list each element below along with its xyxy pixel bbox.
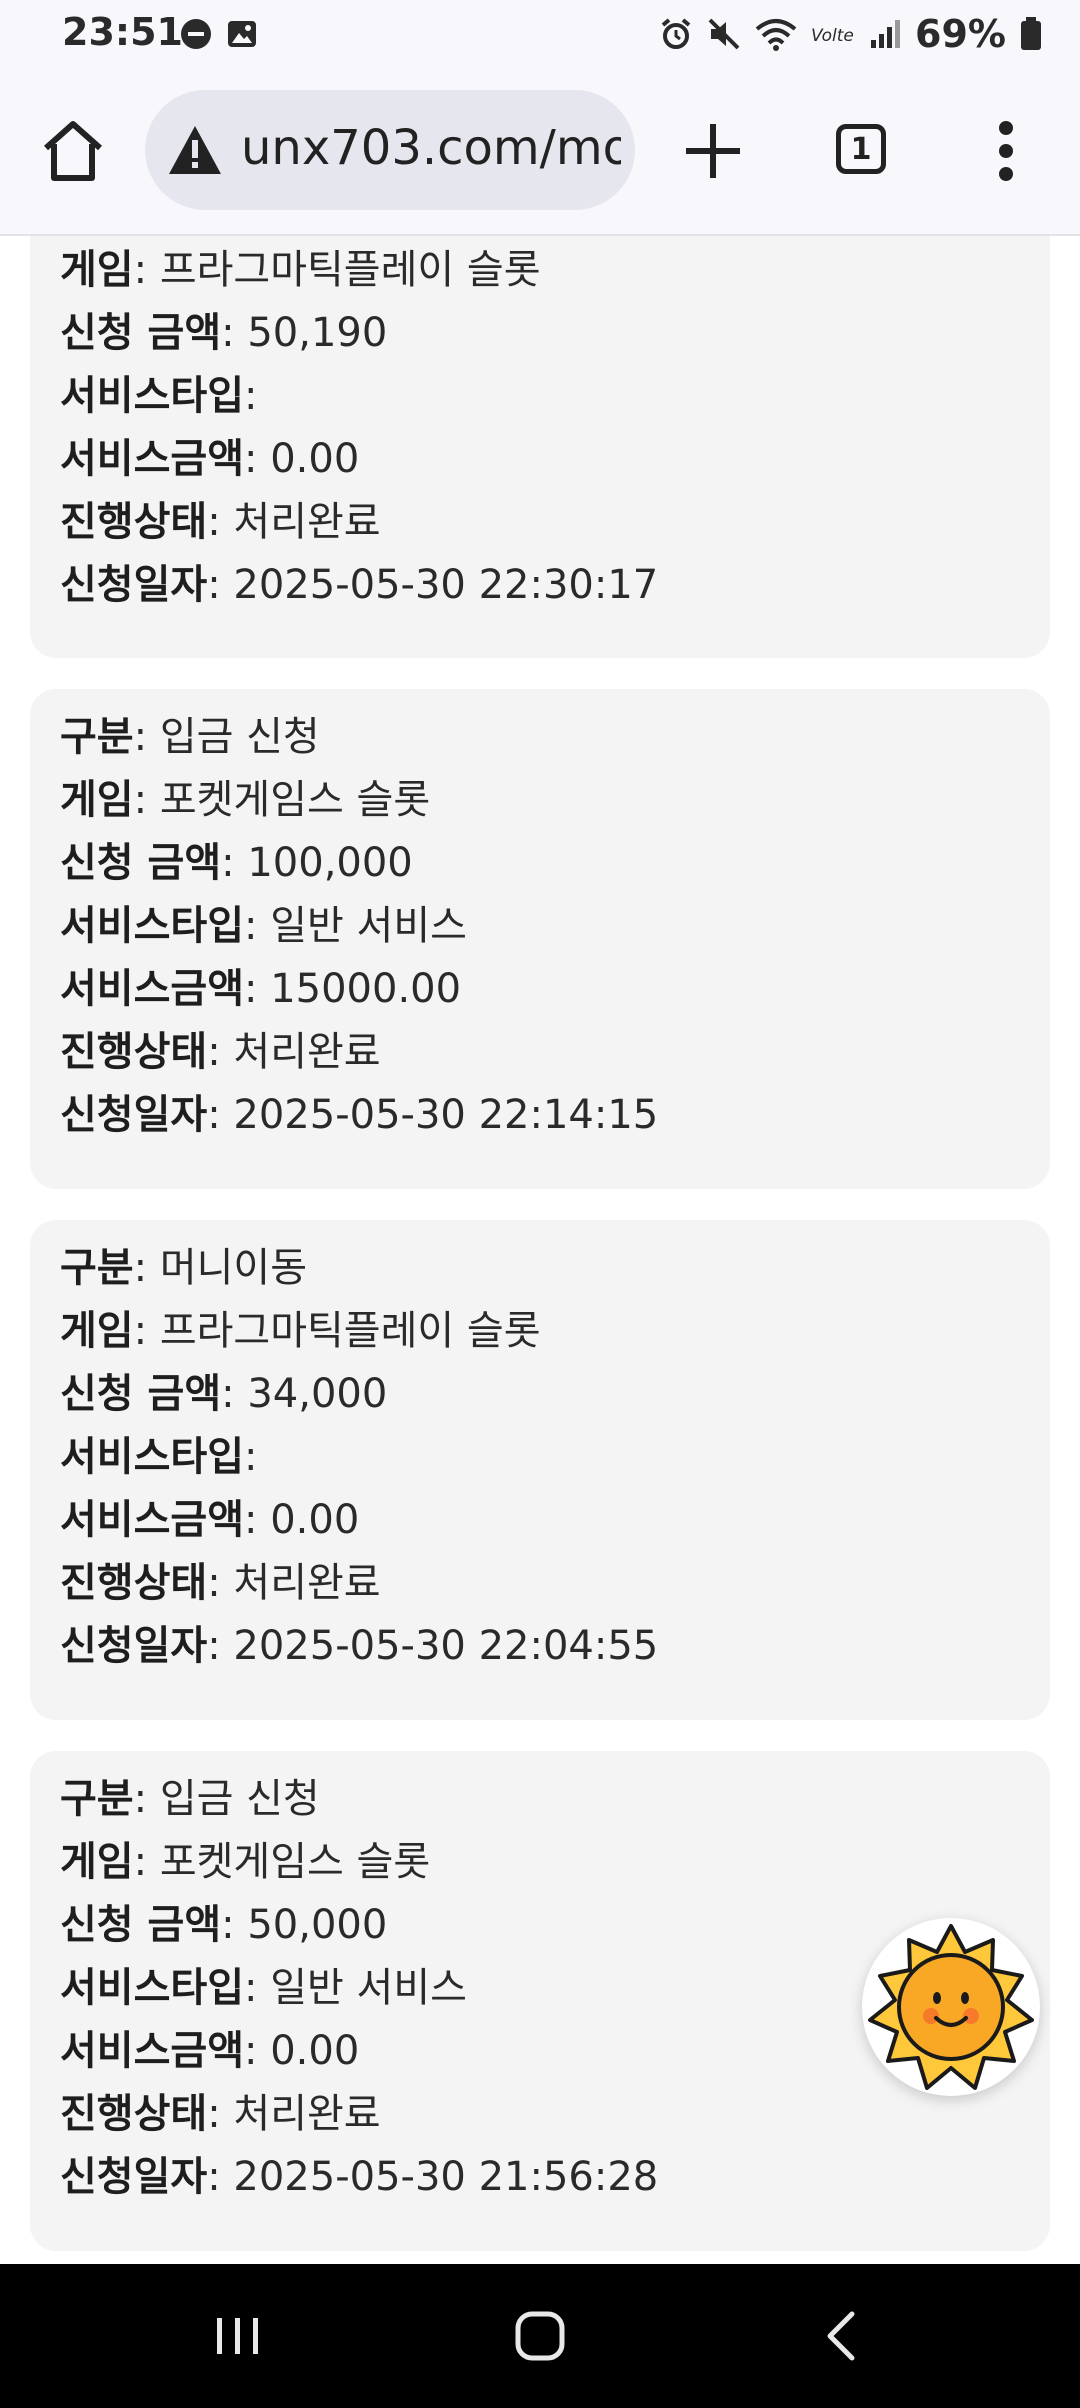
sun-icon <box>868 1924 1034 2090</box>
service-type-value: 일반 서비스 <box>270 1965 467 2011</box>
game-value: 프라그마틱플레이 슬롯 <box>159 1308 541 1354</box>
field-service-amount: 서비스금액: 0.00 <box>60 436 360 482</box>
field-status: 진행상태: 처리완료 <box>60 1029 381 1075</box>
category-value: 머니이동 <box>159 1245 308 1291</box>
status-value: 처리완료 <box>233 1560 381 1606</box>
status-value: 처리완료 <box>233 499 381 545</box>
wifi-icon <box>755 19 797 51</box>
game-value: 포켓게임스 슬롯 <box>159 1839 431 1885</box>
system-nav-bar <box>0 2264 1080 2408</box>
floating-chat-button[interactable] <box>862 1918 1040 2096</box>
service-type-value: 일반 서비스 <box>270 903 467 949</box>
field-category: 구분: 입금 신청 <box>60 714 320 760</box>
category-value: 입금 신청 <box>159 1776 320 1822</box>
field-service-type: 서비스타입: <box>60 373 258 419</box>
amount-value: 34,000 <box>247 1371 388 1417</box>
date-value: 2025-05-30 22:14:15 <box>233 1092 659 1138</box>
field-status: 진행상태: 처리완료 <box>60 499 381 545</box>
game-value: 포켓게임스 슬롯 <box>159 777 431 823</box>
field-service-amount: 서비스금액: 0.00 <box>60 1497 360 1543</box>
amount-value: 100,000 <box>247 840 413 886</box>
tabs-icon[interactable]: 1 <box>836 124 886 174</box>
browser-toolbar: unx703.com/mob 1 <box>0 72 1080 236</box>
status-value: 처리완료 <box>233 2091 381 2137</box>
field-amount: 신청 금액: 34,000 <box>60 1371 388 1417</box>
home-icon[interactable] <box>38 116 108 186</box>
battery-icon <box>1021 17 1041 50</box>
service-amount-value: 0.00 <box>270 2028 360 2074</box>
field-category: 구분: 입금 신청 <box>60 1776 320 1822</box>
do-not-disturb-icon <box>181 19 211 49</box>
field-date: 신청일자: 2025-05-30 21:56:28 <box>60 2154 659 2200</box>
warning-icon[interactable] <box>167 124 223 176</box>
game-value: 프라그마틱플레이 슬롯 <box>159 247 541 293</box>
service-amount-value: 15000.00 <box>270 966 462 1012</box>
field-service-amount: 서비스금액: 15000.00 <box>60 966 462 1012</box>
date-value: 2025-05-30 22:30:17 <box>233 562 659 608</box>
alarm-icon <box>661 18 691 49</box>
record-card: 게임: 프라그마틱플레이 슬롯 신청 금액: 50,190 서비스타입: 서비스… <box>30 236 1050 658</box>
signal-icon <box>871 20 901 48</box>
field-service-type: 서비스타입: 일반 서비스 <box>60 903 467 949</box>
address-bar[interactable]: unx703.com/mob <box>145 90 635 210</box>
category-value: 입금 신청 <box>159 714 320 760</box>
record-card: 구분: 입금 신청 게임: 포켓게임스 슬롯 신청 금액: 100,000 서비… <box>30 689 1050 1189</box>
more-icon[interactable] <box>996 116 1016 186</box>
plus-icon[interactable] <box>680 118 746 184</box>
date-value: 2025-05-30 21:56:28 <box>233 2154 659 2200</box>
field-category: 구분: 머니이동 <box>60 1245 308 1291</box>
field-game: 게임: 포켓게임스 슬롯 <box>60 1839 431 1885</box>
volte-icon: Volte <box>811 26 854 46</box>
field-game: 게임: 포켓게임스 슬롯 <box>60 777 431 823</box>
back-icon[interactable] <box>808 2304 878 2368</box>
field-date: 신청일자: 2025-05-30 22:14:15 <box>60 1092 659 1138</box>
service-amount-value: 0.00 <box>270 436 360 482</box>
url-text[interactable]: unx703.com/mob <box>241 120 621 176</box>
recent-apps-icon[interactable] <box>203 2304 273 2368</box>
battery-percent: 69% <box>915 12 1006 56</box>
image-icon <box>228 21 256 47</box>
field-status: 진행상태: 처리완료 <box>60 1560 381 1606</box>
field-amount: 신청 금액: 50,190 <box>60 310 388 356</box>
field-amount: 신청 금액: 100,000 <box>60 840 413 886</box>
svg-text:Volte: Volte <box>811 26 854 46</box>
status-value: 처리완료 <box>233 1029 381 1075</box>
date-value: 2025-05-30 22:04:55 <box>233 1623 659 1669</box>
home-nav-icon[interactable] <box>505 2304 575 2368</box>
status-bar: 23:51 Volte 69% <box>0 0 1080 72</box>
amount-value: 50,000 <box>247 1902 388 1948</box>
field-game: 게임: 프라그마틱플레이 슬롯 <box>60 247 541 293</box>
field-date: 신청일자: 2025-05-30 22:04:55 <box>60 1623 659 1669</box>
amount-value: 50,190 <box>247 310 388 356</box>
mute-icon <box>708 18 740 50</box>
field-service-type: 서비스타입: <box>60 1434 258 1480</box>
service-amount-value: 0.00 <box>270 1497 360 1543</box>
record-card: 구분: 머니이동 게임: 프라그마틱플레이 슬롯 신청 금액: 34,000 서… <box>30 1220 1050 1720</box>
status-time: 23:51 <box>62 10 183 54</box>
field-date: 신청일자: 2025-05-30 22:30:17 <box>60 562 659 608</box>
field-game: 게임: 프라그마틱플레이 슬롯 <box>60 1308 541 1354</box>
tab-count: 1 <box>850 131 872 167</box>
